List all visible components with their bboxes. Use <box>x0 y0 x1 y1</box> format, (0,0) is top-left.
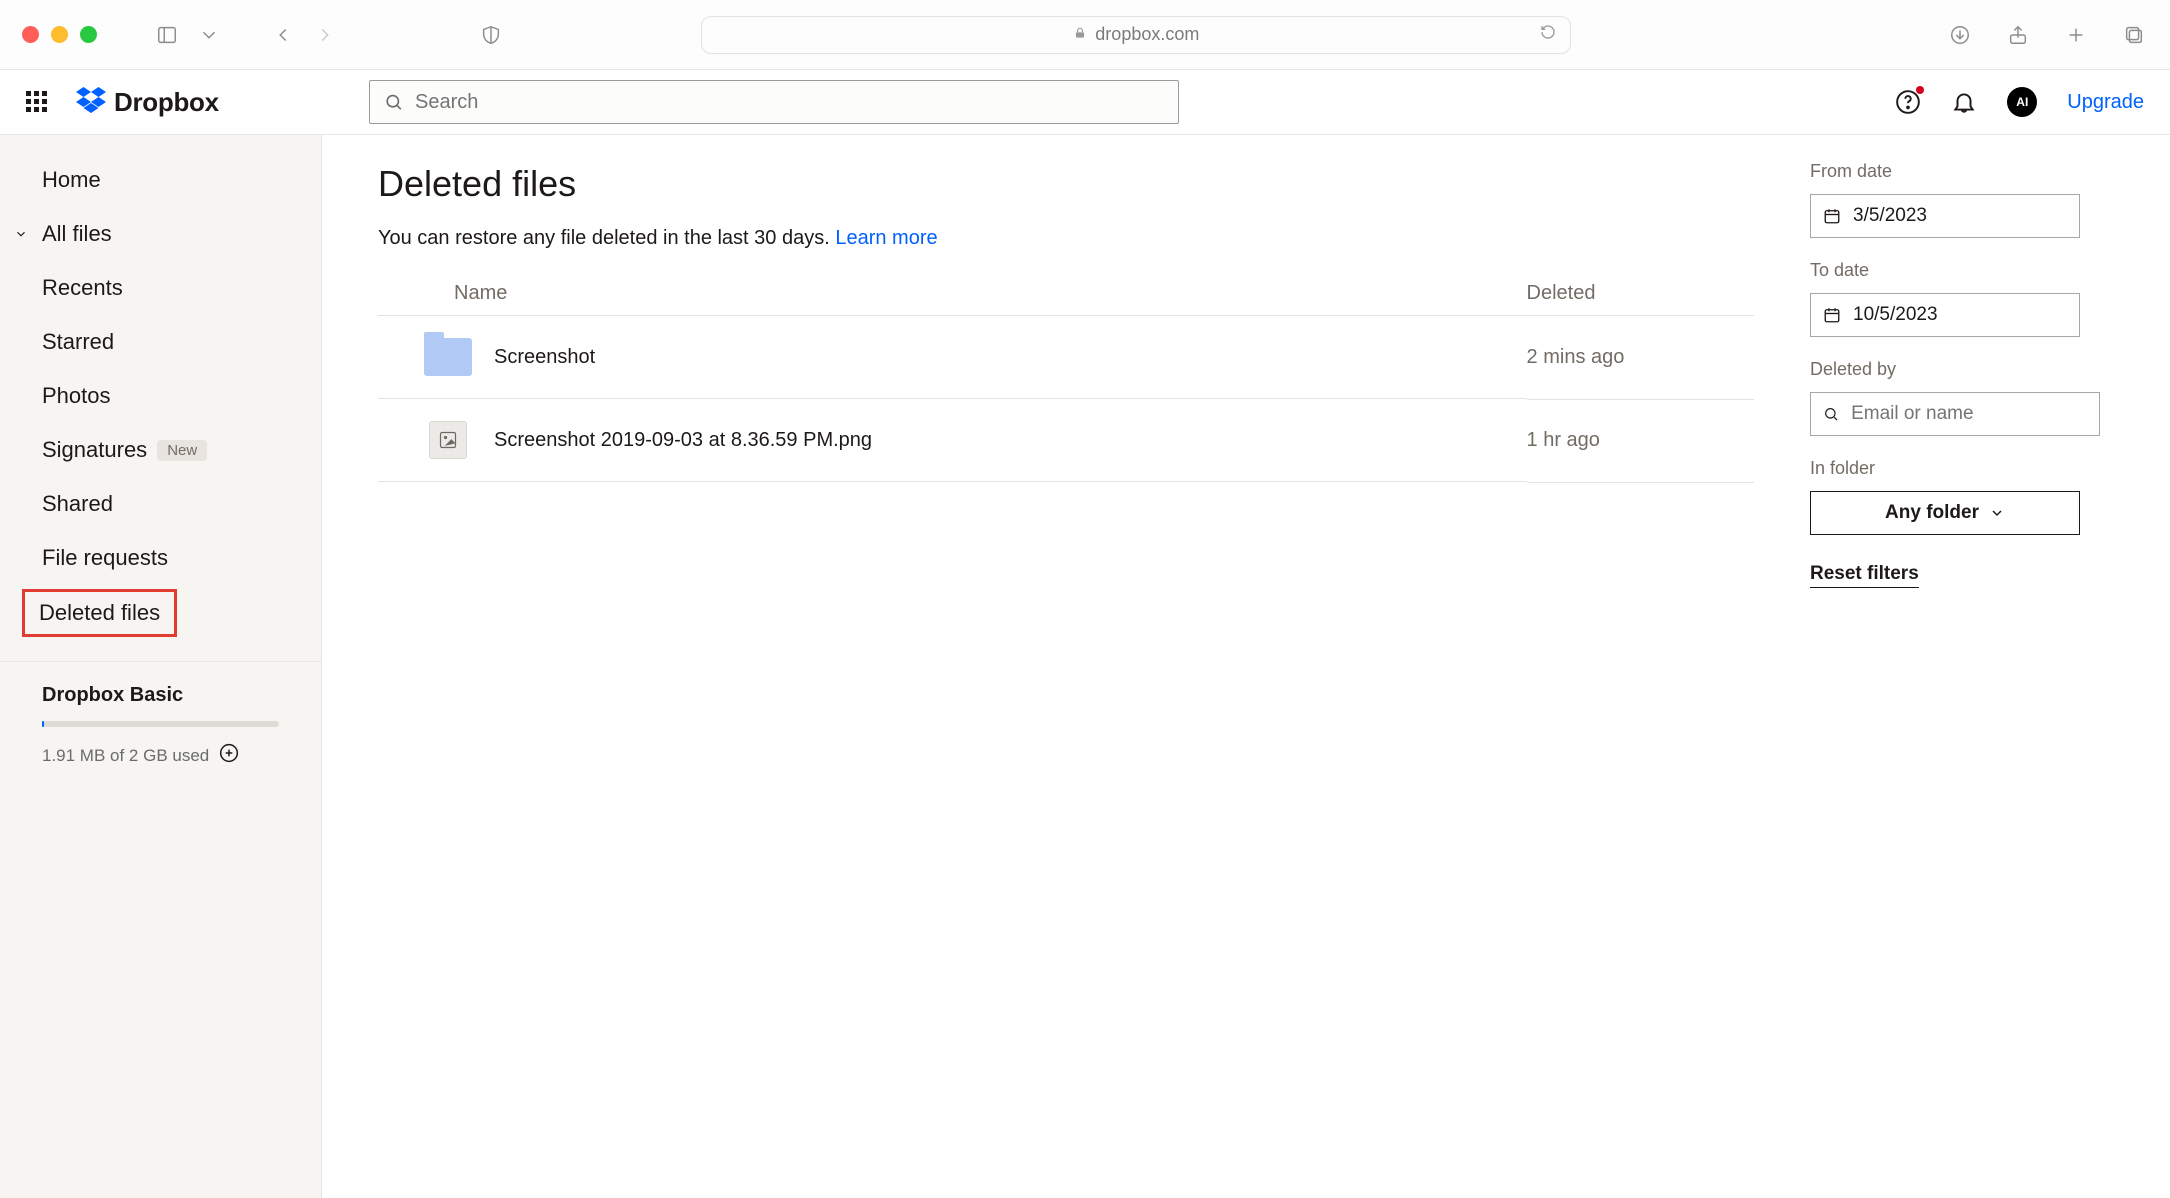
dropbox-wordmark: Dropbox <box>114 87 219 118</box>
page-title: Deleted files <box>378 163 1754 205</box>
new-tab-icon[interactable] <box>2062 21 2090 49</box>
sidebar-item-recents[interactable]: Recents <box>0 261 321 315</box>
plan-summary: Dropbox Basic 1.91 MB of 2 GB used <box>0 662 321 790</box>
column-header-deleted[interactable]: Deleted <box>1527 272 1754 316</box>
reload-icon[interactable] <box>1540 24 1556 45</box>
to-date-label: To date <box>1810 260 2134 281</box>
upgrade-storage-icon[interactable] <box>219 743 239 768</box>
calendar-icon <box>1823 207 1841 225</box>
tabs-icon[interactable] <box>2120 21 2148 49</box>
sidebar-item-shared[interactable]: Shared <box>0 477 321 531</box>
storage-bar <box>42 721 279 727</box>
plan-name: Dropbox Basic <box>42 684 279 707</box>
in-folder-label: In folder <box>1810 458 2134 479</box>
file-name: Screenshot 2019-09-03 at 8.36.59 PM.png <box>494 429 872 452</box>
help-icon[interactable] <box>1895 89 1921 115</box>
lock-icon <box>1073 24 1087 45</box>
filter-panel: From date 3/5/2023 To date 10/5/2023 Del… <box>1810 135 2170 1198</box>
sidebar-item-label: Signatures <box>42 437 147 463</box>
from-date-label: From date <box>1810 161 2134 182</box>
app-launcher-icon[interactable] <box>26 91 48 113</box>
in-folder-select[interactable]: Any folder <box>1810 491 2080 535</box>
avatar[interactable]: AI <box>2007 87 2037 117</box>
sidebar-item-home[interactable]: Home <box>0 153 321 207</box>
image-file-icon <box>429 421 467 459</box>
reset-filters-button[interactable]: Reset filters <box>1810 563 1919 588</box>
upgrade-link[interactable]: Upgrade <box>2067 91 2144 114</box>
table-row[interactable]: Screenshot 2019-09-03 at 8.36.59 PM.png … <box>378 399 1754 482</box>
chevron-down-icon[interactable] <box>195 21 223 49</box>
learn-more-link[interactable]: Learn more <box>835 227 937 249</box>
folder-icon <box>424 338 472 376</box>
dropbox-glyph-icon <box>76 87 106 117</box>
chevron-down-icon <box>1989 505 2005 521</box>
sidebar-item-starred[interactable]: Starred <box>0 315 321 369</box>
table-row[interactable]: Screenshot 2 mins ago <box>378 316 1754 400</box>
sidebar-item-photos[interactable]: Photos <box>0 369 321 423</box>
in-folder-value: Any folder <box>1885 502 1979 524</box>
deleted-files-table: Name Deleted Screenshot 2 mins ago <box>378 272 1754 483</box>
window-zoom-button[interactable] <box>80 26 97 43</box>
sidebar-toggle-icon[interactable] <box>153 21 181 49</box>
deleted-time: 1 hr ago <box>1527 399 1754 482</box>
deleted-by-label: Deleted by <box>1810 359 2134 380</box>
forward-button[interactable] <box>311 21 339 49</box>
window-controls <box>22 26 97 43</box>
shield-icon[interactable] <box>477 21 505 49</box>
calendar-icon <box>1823 306 1841 324</box>
app-header: Dropbox AI Upgrade <box>0 70 2170 135</box>
address-bar-host: dropbox.com <box>1095 24 1199 45</box>
page-subtitle: You can restore any file deleted in the … <box>378 227 1754 250</box>
column-header-name[interactable]: Name <box>378 272 1527 316</box>
sidebar-item-signatures[interactable]: Signatures New <box>0 423 321 477</box>
from-date-input[interactable]: 3/5/2023 <box>1810 194 2080 238</box>
notifications-icon[interactable] <box>1951 89 1977 115</box>
window-close-button[interactable] <box>22 26 39 43</box>
to-date-input[interactable]: 10/5/2023 <box>1810 293 2080 337</box>
back-button[interactable] <box>269 21 297 49</box>
sidebar-item-label: All files <box>42 221 112 247</box>
storage-usage-text: 1.91 MB of 2 GB used <box>42 746 209 766</box>
chevron-down-icon[interactable] <box>14 221 28 247</box>
dropbox-logo[interactable]: Dropbox <box>76 87 219 118</box>
search-icon <box>1823 405 1839 423</box>
global-search[interactable] <box>369 80 1179 124</box>
help-notification-dot <box>1916 86 1924 94</box>
search-input[interactable] <box>415 91 1164 114</box>
share-icon[interactable] <box>2004 21 2032 49</box>
downloads-icon[interactable] <box>1946 21 1974 49</box>
deleted-by-field[interactable] <box>1851 403 2087 425</box>
browser-toolbar: dropbox.com <box>0 0 2170 70</box>
address-bar[interactable]: dropbox.com <box>701 16 1571 54</box>
sidebar-item-file-requests[interactable]: File requests <box>0 531 321 585</box>
main-content: Deleted files You can restore any file d… <box>322 135 1810 1198</box>
new-badge: New <box>157 440 207 461</box>
from-date-value: 3/5/2023 <box>1853 205 1927 227</box>
file-name: Screenshot <box>494 346 595 369</box>
deleted-time: 2 mins ago <box>1527 316 1754 400</box>
sidebar-item-all-files[interactable]: All files <box>0 207 321 261</box>
sidebar-item-deleted-files[interactable]: Deleted files <box>22 589 177 637</box>
sidebar: Home All files Recents Starred Photos Si… <box>0 135 322 1198</box>
to-date-value: 10/5/2023 <box>1853 304 1938 326</box>
search-icon <box>384 92 403 112</box>
window-minimize-button[interactable] <box>51 26 68 43</box>
deleted-by-input[interactable] <box>1810 392 2100 436</box>
